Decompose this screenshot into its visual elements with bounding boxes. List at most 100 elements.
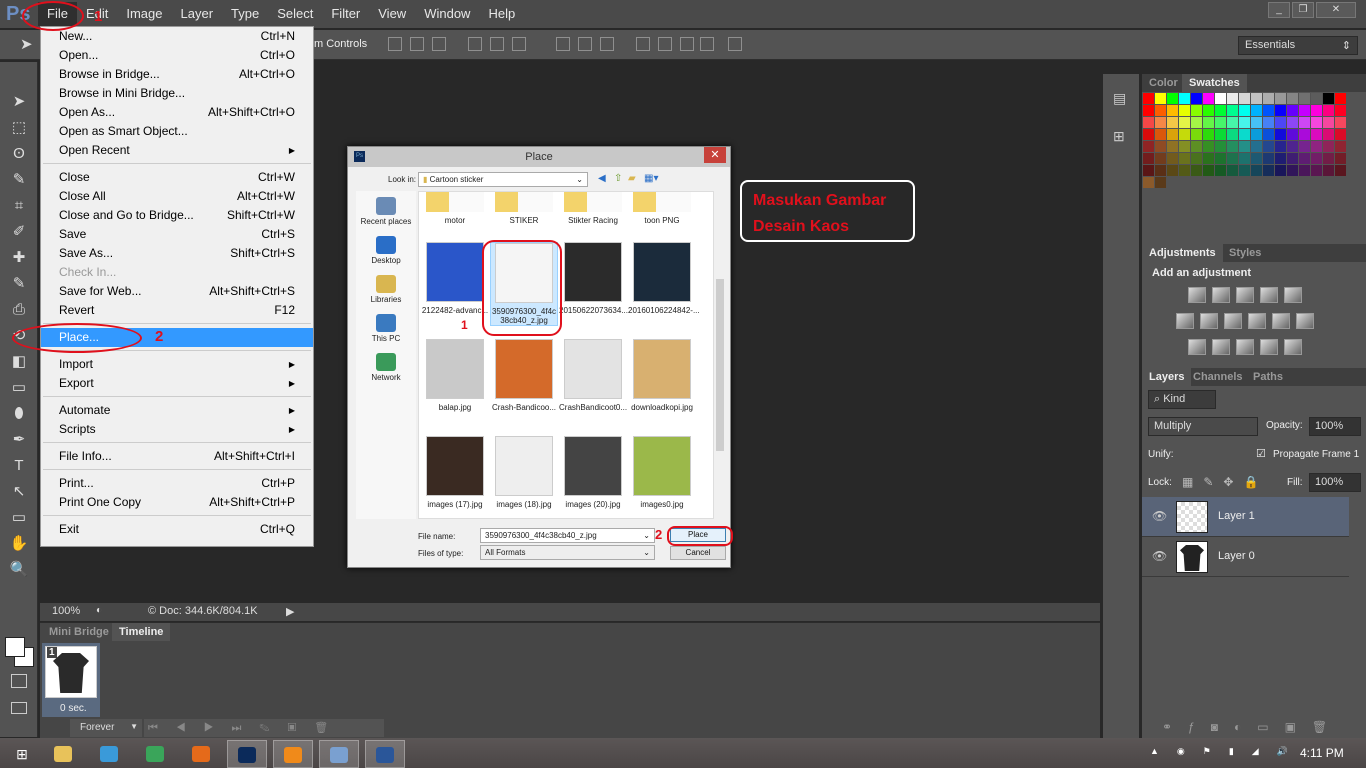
color-swatch[interactable]: [1155, 117, 1166, 128]
tab-channels[interactable]: Channels: [1186, 368, 1250, 386]
file-menu-item-close[interactable]: Close Ctrl+W: [41, 168, 313, 187]
color-swatch[interactable]: [1275, 141, 1286, 152]
align-distribute-icon[interactable]: [388, 37, 402, 51]
color-swatch[interactable]: [1191, 117, 1202, 128]
color-swatch[interactable]: [1263, 165, 1274, 176]
playback-controls[interactable]: ⏮◀▶⏭✎▣🗑: [144, 719, 384, 737]
adjustment-icon[interactable]: [1272, 313, 1290, 329]
file-list[interactable]: motor STIKER Stikter Racing toon PNG 2122482…: [418, 191, 714, 519]
color-swatch[interactable]: [1251, 129, 1262, 140]
color-swatch[interactable]: [1167, 129, 1178, 140]
status-arrow-icon[interactable]: ▶: [286, 605, 294, 618]
color-swatch[interactable]: [1239, 141, 1250, 152]
color-swatch[interactable]: [1239, 117, 1250, 128]
color-swatch[interactable]: [1263, 105, 1274, 116]
color-swatch[interactable]: [1203, 165, 1214, 176]
photoshop-taskbar-button[interactable]: [227, 740, 267, 768]
file-menu-item-open-as-smart-object[interactable]: Open as Smart Object...: [41, 122, 313, 141]
file-menu-item-save[interactable]: Save Ctrl+S: [41, 225, 313, 244]
color-swatch[interactable]: [1251, 141, 1262, 152]
adjustment-icon[interactable]: [1188, 287, 1206, 303]
close-window-button[interactable]: ✕: [1316, 2, 1356, 18]
color-swatch[interactable]: [1263, 153, 1274, 164]
menu-filter[interactable]: Filter: [322, 2, 369, 26]
color-swatch[interactable]: [1143, 153, 1154, 164]
layer-row[interactable]: 👁 Layer 1: [1142, 497, 1349, 537]
folder-item[interactable]: toon PNG: [628, 192, 696, 225]
propagate-checkbox[interactable]: ☑: [1256, 447, 1266, 460]
file-item[interactable]: 20150622073634....: [559, 242, 630, 315]
view-menu-icon[interactable]: ▦▾: [644, 173, 658, 184]
color-swatch[interactable]: [1311, 129, 1322, 140]
color-swatch[interactable]: [1275, 117, 1286, 128]
color-swatch[interactable]: [1335, 141, 1346, 152]
tab-swatches[interactable]: Swatches: [1182, 74, 1247, 92]
color-swatch[interactable]: [1215, 105, 1226, 116]
tab-layers[interactable]: Layers: [1142, 368, 1192, 386]
color-swatch[interactable]: [1239, 129, 1250, 140]
color-swatch[interactable]: [1263, 129, 1274, 140]
color-swatch[interactable]: [1239, 165, 1250, 176]
color-swatch[interactable]: [1203, 93, 1214, 104]
color-swatch[interactable]: [1299, 165, 1310, 176]
color-swatch[interactable]: [1275, 105, 1286, 116]
file-menu-item-automate[interactable]: Automate ▶: [41, 401, 313, 420]
file-menu-item-open[interactable]: Open... Ctrl+O: [41, 46, 313, 65]
file-item[interactable]: CrashBandicoot0...: [559, 339, 627, 412]
align-distribute-icon[interactable]: [410, 37, 424, 51]
opacity-input[interactable]: 100%: [1309, 417, 1361, 436]
paint-taskbar-button[interactable]: [319, 740, 359, 768]
file-type-select[interactable]: All Formats ⌄: [480, 545, 655, 560]
align-distribute-icon[interactable]: [490, 37, 504, 51]
align-distribute-icon[interactable]: [658, 37, 672, 51]
color-swatch[interactable]: [1143, 141, 1154, 152]
color-swatch[interactable]: [1155, 129, 1166, 140]
color-swatch[interactable]: [1275, 93, 1286, 104]
layer-row[interactable]: 👁 Layer 0: [1142, 537, 1349, 577]
color-swatch[interactable]: [1335, 165, 1346, 176]
color-swatch[interactable]: [1287, 153, 1298, 164]
color-swatch[interactable]: [1335, 93, 1346, 104]
place-this-pc[interactable]: This PC: [356, 314, 416, 343]
color-swatch[interactable]: [1179, 93, 1190, 104]
align-distribute-icon[interactable]: [468, 37, 482, 51]
color-swatch[interactable]: [1167, 117, 1178, 128]
color-swatch[interactable]: [1311, 141, 1322, 152]
file-menu-item-print[interactable]: Print... Ctrl+P: [41, 474, 313, 493]
color-swatch[interactable]: [1299, 153, 1310, 164]
place-desktop[interactable]: Desktop: [356, 236, 416, 265]
color-swatch[interactable]: [1287, 117, 1298, 128]
eye-icon[interactable]: 👁: [1152, 549, 1167, 563]
color-swatch[interactable]: [1155, 105, 1166, 116]
minimize-button[interactable]: _: [1268, 2, 1290, 18]
color-swatch[interactable]: [1167, 141, 1178, 152]
adjustment-icon[interactable]: [1212, 287, 1230, 303]
color-swatch[interactable]: [1311, 117, 1322, 128]
color-swatch[interactable]: [1155, 93, 1166, 104]
file-item[interactable]: 2122482-advanc...: [421, 242, 489, 315]
tray-icons[interactable]: ▲◉⚑▮◢🔊: [1150, 746, 1306, 757]
tool-icon[interactable]: ▭: [8, 378, 30, 398]
file-list-scrollbar[interactable]: [714, 191, 726, 519]
file-menu-item-browse-in-mini-bridge[interactable]: Browse in Mini Bridge...: [41, 84, 313, 103]
color-swatch[interactable]: [1179, 117, 1190, 128]
menu-type[interactable]: Type: [222, 2, 268, 26]
tab-color[interactable]: Color: [1142, 74, 1185, 92]
color-swatch[interactable]: [1191, 105, 1202, 116]
adjustment-icon[interactable]: [1284, 287, 1302, 303]
color-swatch[interactable]: [1167, 105, 1178, 116]
color-swatch[interactable]: [1227, 153, 1238, 164]
color-swatch[interactable]: [1227, 117, 1238, 128]
color-swatch[interactable]: [1155, 153, 1166, 164]
tab-styles[interactable]: Styles: [1222, 244, 1268, 262]
dialog-close-button[interactable]: ✕: [704, 147, 726, 163]
clock[interactable]: 4:11 PM: [1300, 746, 1344, 760]
workspace-switcher[interactable]: Essentials ⇕: [1238, 36, 1358, 55]
chrome-taskbar-button[interactable]: [135, 740, 175, 768]
color-swatch[interactable]: [1287, 141, 1298, 152]
file-item[interactable]: 20160106224842-...: [628, 242, 700, 315]
menu-view[interactable]: View: [369, 2, 415, 26]
color-swatch[interactable]: [1251, 93, 1262, 104]
align-distribute-icon[interactable]: [680, 37, 694, 51]
file-name-input[interactable]: 3590976300_4f4c38cb40_z.jpg ⌄: [480, 528, 655, 543]
